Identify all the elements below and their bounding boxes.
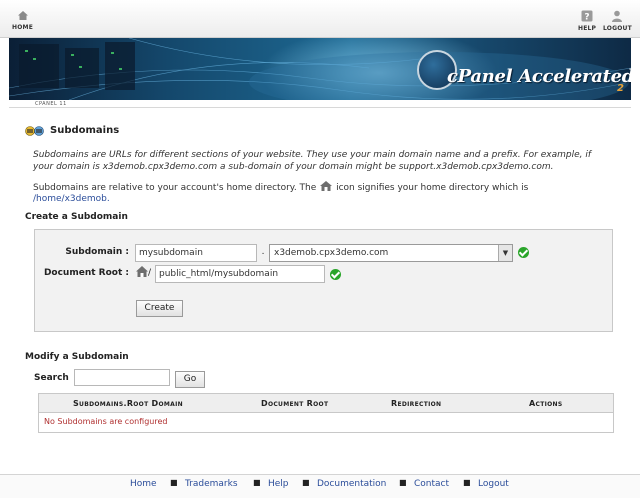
cpanel-logo-version: 2 — [617, 83, 624, 94]
footer-link-documentation[interactable]: Documentation — [317, 479, 386, 489]
create-subdomain-heading: Create a Subdomain — [25, 212, 128, 222]
home-directory-note-part-b: icon signifies your home directory which… — [336, 183, 529, 193]
page-title: Subdomains — [50, 125, 120, 136]
description-line-1: Subdomains are URLs for different sectio… — [33, 150, 592, 160]
subdomains-icon — [25, 126, 44, 136]
create-subdomain-panel: Subdomain : mysubdomain . x3demob.cpx3de… — [34, 229, 613, 332]
empty-table-message: No Subdomains are configured — [44, 417, 168, 426]
subdomain-input[interactable]: mysubdomain — [135, 244, 257, 262]
home-directory-note: Subdomains are relative to your account'… — [33, 180, 528, 194]
go-button[interactable]: Go — [175, 371, 205, 388]
document-root-input[interactable]: public_html/mysubdomain — [155, 265, 325, 283]
footer: Home ■ Trademarks ■ Help ■ Documentation… — [0, 474, 640, 498]
footer-link-home[interactable]: Home — [130, 479, 157, 489]
cpanel-logo: cPanel Accelerated 2 — [417, 46, 631, 94]
root-domain-selected: x3demob.cpx3demo.com — [274, 248, 389, 258]
search-input[interactable] — [74, 369, 170, 386]
cpanel-banner: cPanel Accelerated 2 — [9, 38, 631, 100]
help-icon: ? — [581, 10, 593, 22]
document-root-valid-check-icon — [330, 269, 341, 280]
version-strip: CPANEL 11 — [9, 100, 631, 108]
home-icon — [17, 11, 28, 20]
footer-separator: ■ — [302, 478, 310, 487]
search-label: Search — [34, 373, 69, 383]
svg-text:?: ? — [584, 13, 589, 23]
footer-separator: ■ — [170, 478, 178, 487]
logout-label: LOGOUT — [603, 25, 632, 32]
home-directory-icon — [320, 181, 333, 191]
help-button[interactable]: ? HELP — [578, 10, 596, 32]
user-icon — [612, 10, 623, 22]
subdomain-label: Subdomain : — [65, 247, 129, 257]
footer-separator: ■ — [463, 478, 471, 487]
home-path: /home/x3demob. — [33, 194, 110, 204]
logout-button[interactable]: LOGOUT — [603, 10, 632, 32]
top-toolbar: HOME ? HELP LOGOUT — [0, 0, 640, 38]
home-button[interactable]: HOME — [12, 10, 33, 31]
home-label: HOME — [12, 24, 33, 31]
subdomains-table-body: No Subdomains are configured — [38, 413, 614, 433]
home-directory-note-part-a: Subdomains are relative to your account'… — [33, 183, 317, 193]
document-root-label: Document Root : — [43, 268, 129, 278]
home-directory-path: /home/x3demob. — [33, 193, 110, 205]
footer-link-trademarks[interactable]: Trademarks — [185, 479, 238, 489]
footer-separator: ■ — [253, 478, 261, 487]
root-domain-select[interactable]: x3demob.cpx3demo.com ▼ — [269, 244, 513, 262]
cpanel-logo-text: cPanel Accelerated — [447, 66, 631, 87]
footer-link-logout[interactable]: Logout — [478, 479, 509, 489]
subdomain-valid-check-icon — [518, 247, 529, 258]
subdomains-table-frame — [38, 393, 614, 414]
home-directory-icon — [136, 266, 148, 277]
footer-link-contact[interactable]: Contact — [414, 479, 449, 489]
help-label: HELP — [578, 25, 597, 32]
version-label: CPANEL 11 — [35, 101, 67, 107]
subdomain-dot: . — [261, 247, 265, 257]
footer-link-help[interactable]: Help — [268, 479, 289, 489]
description-line-2: your domain is x3demob.cpx3demo.com a su… — [33, 162, 554, 172]
modify-subdomain-heading: Modify a Subdomain — [25, 352, 129, 362]
chevron-down-icon[interactable]: ▼ — [498, 245, 512, 261]
create-button[interactable]: Create — [136, 300, 183, 317]
footer-separator: ■ — [399, 478, 407, 487]
